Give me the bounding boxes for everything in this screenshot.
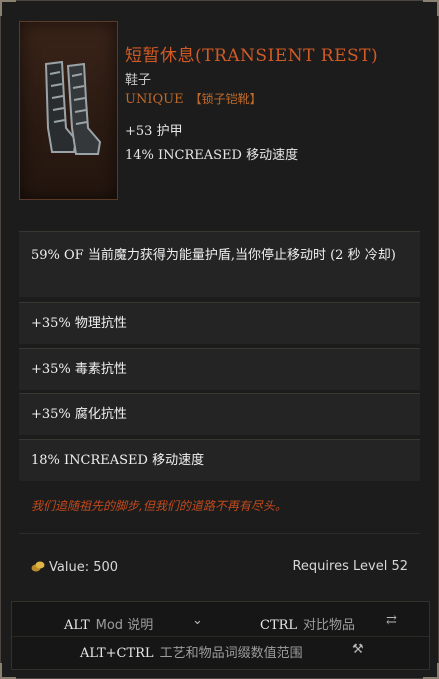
item-type: 鞋子 [125,73,152,88]
alt-ctrl-desc: 工艺和物品词缀数值范围 [159,646,303,661]
rarity-label: UNIQUE [125,92,184,107]
flavor-text: 我们追随祖先的脚步,但我们的道路不再有尽头。 [31,499,287,513]
item-tooltip-panel: 短暂休息(TRANSIENT REST) 鞋子 UNIQUE 【锁子铠靴】 +53… [0,0,439,679]
item-rarity: UNIQUE 【锁子铠靴】 [125,90,262,107]
divider [19,533,420,534]
boots-icon [44,60,102,155]
item-image-frame [19,21,118,200]
affix-necrotic-resistance: +35% 腐化抗性 [19,393,420,435]
corner-ornament [423,0,439,16]
item-base-type: 【锁子铠靴】 [189,92,262,106]
implicit-move-speed: 14% INCREASED 移动速度 [125,148,299,163]
compare-arrows-icon: ⇄ [386,613,397,628]
required-level: Requires Level 52 [292,559,408,574]
chevron-down-icon: ⌄ [192,613,203,628]
alt-ctrl-hint: ALT+CTRL 工艺和物品词缀数值范围 [80,642,303,661]
implicit-armor: +53 护甲 [125,124,183,139]
affix-energy-shield: 59% OF 当前魔力获得为能量护盾,当你停止移动时 (2 秒 冷却) [19,231,420,297]
ctrl-hint: CTRL 对比物品 [260,614,355,633]
affix-physical-resistance: +35% 物理抗性 [19,302,420,344]
alt-ctrl-key: ALT+CTRL [80,646,154,661]
ctrl-desc: 对比物品 [303,618,356,633]
alt-desc: Mod 说明 [95,618,154,633]
value-text: Value: 500 [49,560,119,575]
hammer-icon: ⚒ [352,642,364,657]
affix-poison-resistance: +35% 毒素抗性 [19,348,420,390]
key-hints-box: ALT Mod 说明 ⌄ CTRL 对比物品 ⇄ ALT+CTRL 工艺和物品词缀数值… [11,601,430,670]
corner-ornament [0,0,16,16]
affix-move-speed: 18% INCREASED 移动速度 [19,439,420,481]
ctrl-key: CTRL [260,618,298,633]
divider [12,636,429,637]
alt-hint: ALT Mod 说明 [64,614,153,633]
item-value: Value: 500 [31,559,118,575]
alt-key: ALT [64,618,90,633]
gold-coin-icon [31,561,45,572]
item-name: 短暂休息(TRANSIENT REST) [125,46,379,66]
